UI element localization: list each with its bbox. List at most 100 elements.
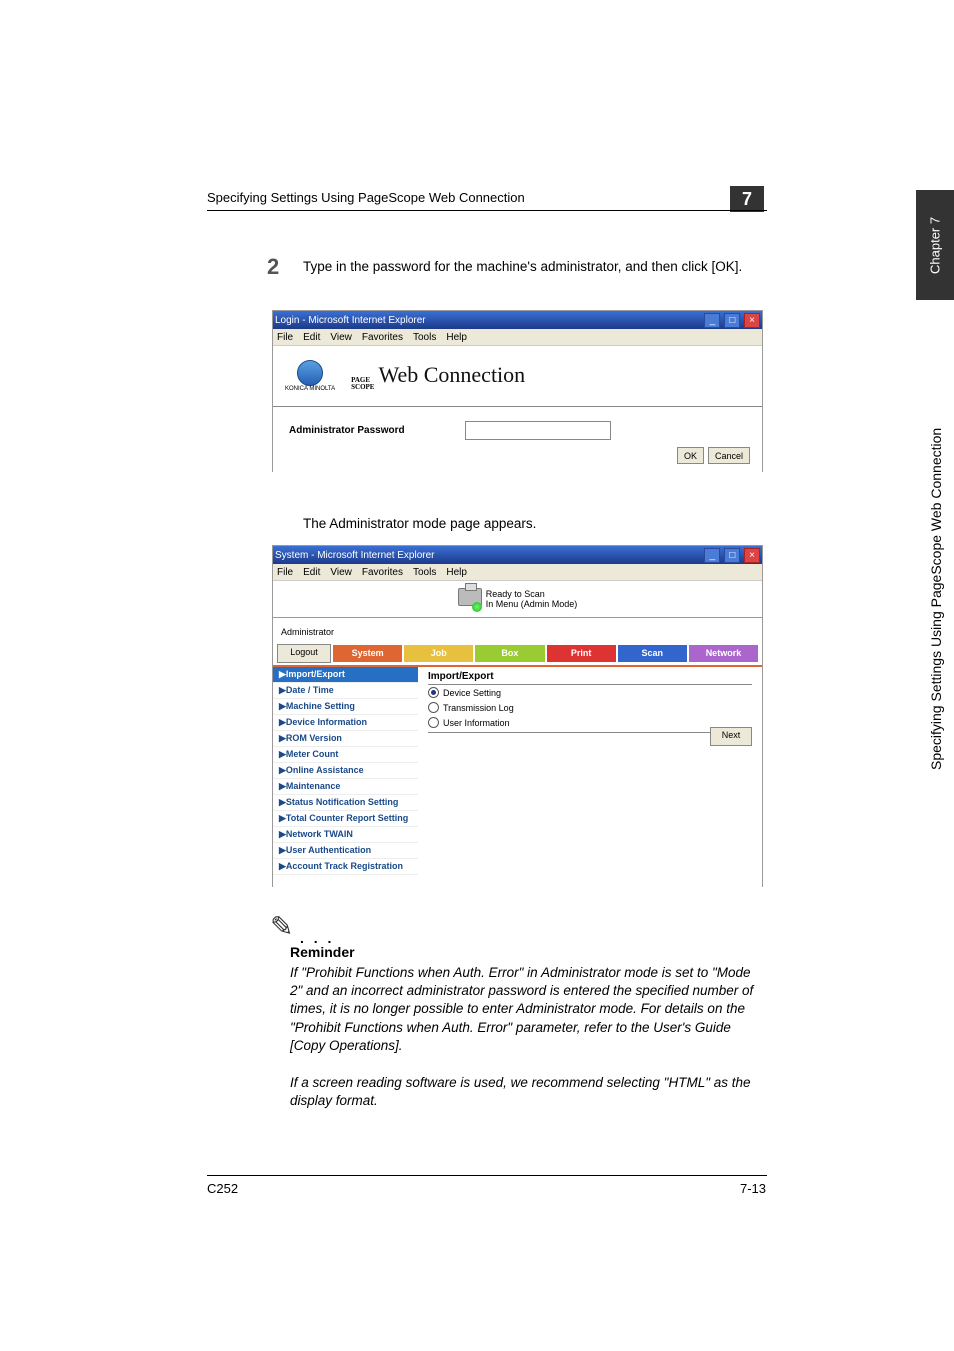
menubar: File Edit View Favorites Tools Help [273, 564, 762, 581]
radio-transmission-log[interactable]: Transmission Log [428, 700, 752, 715]
step-number: 2 [267, 254, 279, 280]
radio-label: Transmission Log [443, 703, 514, 713]
tab-system[interactable]: System [333, 645, 402, 662]
window-body: Ready to Scan In Menu (Admin Mode) Admin… [273, 581, 762, 887]
radio-user-info[interactable]: User Information [428, 715, 752, 730]
reminder-body-1: If "Prohibit Functions when Auth. Error"… [290, 964, 765, 1055]
step-text: Type in the password for the machine's a… [303, 258, 763, 276]
radio-icon [428, 717, 439, 728]
menu-file[interactable]: File [277, 567, 293, 578]
header-title: Specifying Settings Using PageScope Web … [207, 190, 525, 205]
status-ready: Ready to Scan [486, 589, 578, 599]
caption: The Administrator mode page appears. [303, 516, 536, 531]
password-label: Administrator Password [289, 425, 405, 436]
window-controls: _ □ × [703, 548, 760, 563]
footer-rule [207, 1175, 767, 1176]
minimize-icon[interactable]: _ [704, 313, 720, 328]
close-icon[interactable]: × [744, 548, 760, 563]
header-rule [207, 210, 767, 211]
admin-label: Administrator [281, 627, 334, 637]
menu-view[interactable]: View [330, 332, 352, 343]
menu-edit[interactable]: Edit [303, 567, 320, 578]
login-window: Login - Microsoft Internet Explorer _ □ … [272, 310, 763, 472]
nav-device-info[interactable]: ▶Device Information [273, 715, 418, 731]
tab-job[interactable]: Job [404, 645, 473, 662]
password-input[interactable] [465, 421, 611, 440]
menu-tools[interactable]: Tools [413, 567, 436, 578]
menu-favorites[interactable]: Favorites [362, 567, 403, 578]
window-title: System - Microsoft Internet Explorer [275, 550, 435, 561]
menu-file[interactable]: File [277, 332, 293, 343]
tab-scan[interactable]: Scan [618, 645, 687, 662]
tab-network[interactable]: Network [689, 645, 758, 662]
logout-button[interactable]: Logout [277, 644, 331, 663]
menu-view[interactable]: View [330, 567, 352, 578]
menu-tools[interactable]: Tools [413, 332, 436, 343]
panel-title: Import/Export [428, 671, 752, 685]
nav-online-assistance[interactable]: ▶Online Assistance [273, 763, 418, 779]
status-row: Ready to Scan In Menu (Admin Mode) [273, 581, 762, 618]
right-panel: Import/Export Device Setting Transmissio… [418, 667, 762, 887]
nav-meter-count[interactable]: ▶Meter Count [273, 747, 418, 763]
radio-device-setting[interactable]: Device Setting [428, 685, 752, 700]
admin-window: System - Microsoft Internet Explorer _ □… [272, 545, 763, 887]
nav-account-track[interactable]: ▶Account Track Registration [273, 859, 418, 875]
menu-favorites[interactable]: Favorites [362, 332, 403, 343]
reminder-title: Reminder [290, 944, 355, 960]
maximize-icon[interactable]: □ [724, 548, 740, 563]
nav-user-auth[interactable]: ▶User Authentication [273, 843, 418, 859]
nav-import-export[interactable]: ▶Import/Export [273, 667, 418, 683]
status-text: Ready to Scan In Menu (Admin Mode) [486, 589, 578, 609]
close-icon[interactable]: × [744, 313, 760, 328]
tab-box[interactable]: Box [475, 645, 544, 662]
menubar: File Edit View Favorites Tools Help [273, 329, 762, 346]
menu-help[interactable]: Help [446, 332, 467, 343]
content-row: ▶Import/Export ▶Date / Time ▶Machine Set… [273, 665, 762, 887]
chapter-tab: Chapter 7 [916, 190, 954, 300]
nav-machine-setting[interactable]: ▶Machine Setting [273, 699, 418, 715]
status-ok-icon [472, 602, 482, 612]
radio-icon [428, 702, 439, 713]
footer-left: C252 [207, 1181, 238, 1196]
reminder-body-2: If a screen reading software is used, we… [290, 1074, 765, 1110]
radio-label: Device Setting [443, 688, 501, 698]
minimize-icon[interactable]: _ [704, 548, 720, 563]
nav-status-notification[interactable]: ▶Status Notification Setting [273, 795, 418, 811]
logo-row: KONICA MINOLTA PAGE SCOPE Web Connection [273, 346, 762, 407]
window-controls: _ □ × [703, 313, 760, 328]
nav-rom-version[interactable]: ▶ROM Version [273, 731, 418, 747]
next-button[interactable]: Next [710, 727, 752, 746]
radio-label: User Information [443, 718, 510, 728]
maximize-icon[interactable]: □ [724, 313, 740, 328]
nav-network-twain[interactable]: ▶Network TWAIN [273, 827, 418, 843]
cancel-button[interactable]: Cancel [708, 447, 750, 464]
left-nav: ▶Import/Export ▶Date / Time ▶Machine Set… [273, 667, 418, 887]
nav-date-time[interactable]: ▶Date / Time [273, 683, 418, 699]
nav-total-counter-report[interactable]: ▶Total Counter Report Setting [273, 811, 418, 827]
globe-icon [297, 360, 323, 386]
ok-button[interactable]: OK [677, 447, 704, 464]
menu-help[interactable]: Help [446, 567, 467, 578]
radio-icon [428, 687, 439, 698]
divider [428, 732, 752, 733]
window-title: Login - Microsoft Internet Explorer [275, 315, 426, 326]
sidebar-title: Specifying Settings Using PageScope Web … [928, 320, 944, 770]
sidebar: Chapter 7 [916, 190, 954, 300]
km-label: KONICA MINOLTA [285, 386, 335, 392]
window-body: KONICA MINOLTA PAGE SCOPE Web Connection… [273, 346, 762, 472]
menu-edit[interactable]: Edit [303, 332, 320, 343]
status-mode: In Menu (Admin Mode) [486, 599, 578, 609]
page: Specifying Settings Using PageScope Web … [0, 0, 954, 1351]
footer-right: 7-13 [740, 1181, 766, 1196]
tab-print[interactable]: Print [547, 645, 616, 662]
pagescope-text: Web Connection [378, 362, 525, 388]
printer-icon [458, 588, 480, 610]
titlebar: Login - Microsoft Internet Explorer _ □ … [273, 311, 762, 329]
dialog-buttons: OK Cancel [677, 447, 750, 464]
pagescope-icon: PAGE SCOPE [351, 377, 374, 390]
nav-maintenance[interactable]: ▶Maintenance [273, 779, 418, 795]
titlebar: System - Microsoft Internet Explorer _ □… [273, 546, 762, 564]
konica-minolta-logo: KONICA MINOLTA [285, 360, 335, 392]
header-chapter-number: 7 [730, 186, 764, 212]
tab-row: Logout System Job Box Print Scan Network [273, 642, 762, 665]
